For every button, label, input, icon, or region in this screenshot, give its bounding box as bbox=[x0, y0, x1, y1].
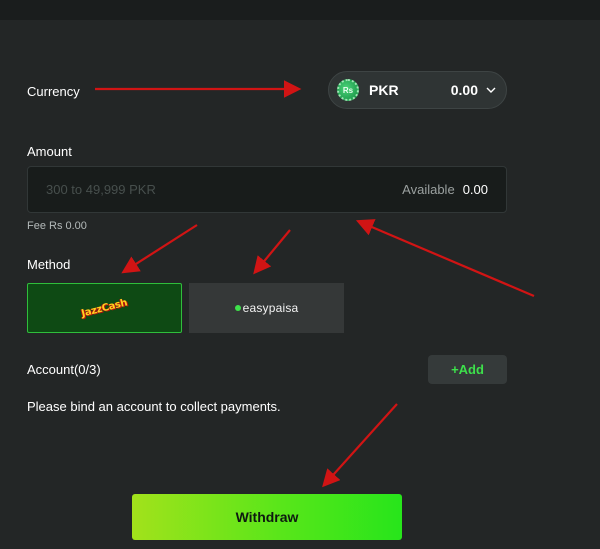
currency-balance: 0.00 bbox=[450, 82, 478, 98]
rupee-coin-icon: Rs bbox=[337, 79, 359, 101]
annotation-arrows bbox=[95, 80, 535, 488]
easypaisa-logo-text: easypaisa bbox=[242, 301, 299, 315]
arrow-easypaisa bbox=[253, 229, 291, 275]
amount-label: Amount bbox=[27, 144, 72, 159]
currency-code: PKR bbox=[369, 82, 399, 98]
currency-label: Currency bbox=[27, 84, 80, 99]
withdraw-button[interactable]: Withdraw bbox=[132, 494, 402, 540]
method-option-easypaisa[interactable]: easypaisa bbox=[189, 283, 344, 333]
method-label: Method bbox=[27, 257, 71, 272]
easypaisa-logo: easypaisa bbox=[234, 301, 299, 315]
top-bar bbox=[0, 0, 600, 20]
amount-input[interactable] bbox=[46, 182, 403, 197]
jazzcash-logo: JazzCash bbox=[80, 296, 129, 320]
currency-selector[interactable]: Rs PKR 0.00 bbox=[328, 71, 507, 109]
arrow-withdraw bbox=[322, 403, 398, 488]
amount-field[interactable]: Available 0.00 bbox=[27, 166, 507, 213]
easypaisa-dot-icon bbox=[234, 305, 241, 311]
arrow-jazzcash bbox=[121, 224, 198, 274]
method-option-jazzcash[interactable]: JazzCash bbox=[27, 283, 182, 333]
available-value: 0.00 bbox=[462, 182, 488, 197]
available-label: Available bbox=[402, 182, 455, 197]
bind-account-message: Please bind an account to collect paymen… bbox=[27, 399, 281, 414]
fee-text: Fee Rs 0.00 bbox=[27, 220, 87, 232]
arrow-amount bbox=[355, 219, 535, 298]
account-label: Account(0/3) bbox=[27, 362, 101, 377]
add-account-button[interactable]: +Add bbox=[428, 355, 507, 384]
chevron-down-icon bbox=[486, 87, 496, 93]
